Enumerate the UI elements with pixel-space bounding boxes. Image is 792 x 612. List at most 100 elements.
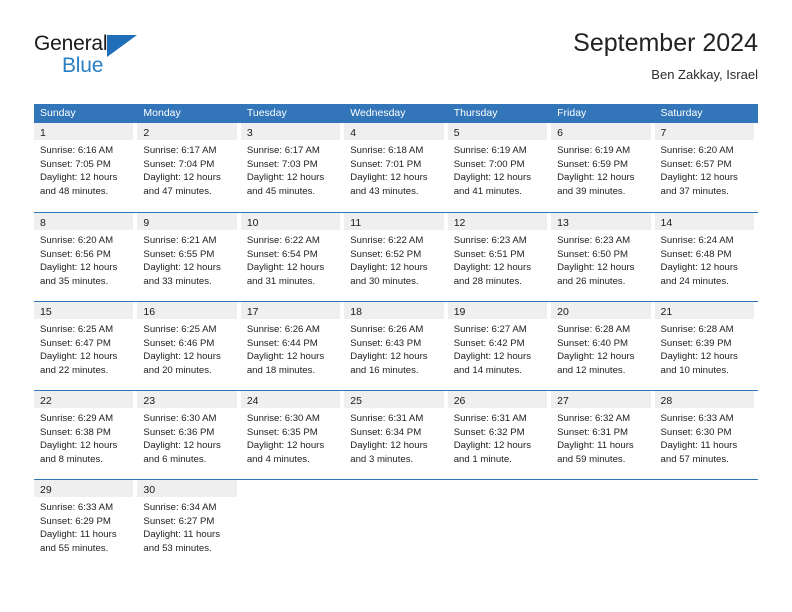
day-number-band: 21	[654, 302, 754, 319]
day-number-band: 28	[654, 391, 754, 408]
day-number: 13	[557, 217, 569, 229]
weekday-header-sunday: Sunday	[40, 107, 76, 119]
day-detail-line: Sunset: 6:32 PM	[453, 426, 525, 438]
day-detail-line: Sunrise: 6:23 AM	[453, 235, 527, 246]
day-number: 19	[453, 306, 466, 318]
calendar-day-cell[interactable]: 9 Sunrise: 6:21 AM Sunset: 6:55 PM Daylight…	[137, 213, 240, 301]
calendar-day-cell[interactable]: 22 Sunrise: 6:29 AM Sunset: 6:38 PM Dayligh…	[34, 391, 137, 479]
day-detail-line: Daylight: 11 hours	[143, 529, 221, 541]
calendar-day-cell[interactable]: 4 Sunrise: 6:18 AM Sunset: 7:01 PM Daylight…	[344, 123, 447, 212]
calendar-day-cell[interactable]: 28 Sunrise: 6:33 AM Sunset: 6:30 PM Dayligh…	[654, 391, 758, 479]
calendar-day-cell[interactable]: 18 Sunrise: 6:26 AM Sunset: 6:43 PM Dayligh…	[344, 302, 447, 390]
calendar-page: General Blue September 2024 Ben Zakkay, …	[0, 0, 792, 612]
calendar-day-cell[interactable]: 2 Sunrise: 6:17 AM Sunset: 7:04 PM Daylight…	[137, 123, 240, 212]
calendar-day-cell[interactable]: 24 Sunrise: 6:30 AM Sunset: 6:35 PM Dayligh…	[240, 391, 344, 479]
calendar-day-cell[interactable]: 3 Sunrise: 6:17 AM Sunset: 7:03 PM Daylight…	[240, 123, 344, 212]
day-detail-line: Sunrise: 6:32 AM	[557, 413, 631, 424]
day-number: 25	[350, 395, 362, 407]
day-detail-line: Sunrise: 6:22 AM	[350, 235, 424, 246]
day-number: 12	[453, 217, 466, 229]
day-number: 3	[246, 127, 253, 139]
calendar-day-cell[interactable]: 30 Sunrise: 6:34 AM Sunset: 6:27 PM Dayligh…	[137, 480, 240, 568]
calendar-day-cell[interactable]: 25 Sunrise: 6:31 AM Sunset: 6:34 PM Dayligh…	[344, 391, 447, 479]
day-detail-line: and 37 minutes.	[660, 185, 729, 197]
day-detail-line: Sunrise: 6:30 AM	[143, 413, 217, 424]
calendar-day-cell[interactable]: 5 Sunrise: 6:19 AM Sunset: 7:00 PM Daylight…	[447, 123, 551, 212]
calendar-day-cell[interactable]: 19 Sunrise: 6:27 AM Sunset: 6:42 PM Dayligh…	[447, 302, 551, 390]
day-details: Sunrise: 6:21 AM Sunset: 6:55 PM Daylight:…	[137, 230, 236, 288]
day-number-band: 17	[240, 302, 341, 319]
day-details: Sunrise: 6:19 AM Sunset: 6:59 PM Daylight:…	[551, 140, 650, 198]
day-detail-line: and 6 minutes.	[143, 453, 207, 465]
day-detail-line: Sunset: 6:34 PM	[350, 426, 422, 438]
calendar-day-cell[interactable]: 15 Sunrise: 6:25 AM Sunset: 6:47 PM Dayligh…	[34, 302, 137, 390]
day-detail-line: Daylight: 12 hours	[453, 440, 532, 452]
day-detail-line: Sunrise: 6:20 AM	[660, 145, 734, 156]
calendar-day-cell[interactable]: 21 Sunrise: 6:28 AM Sunset: 6:39 PM Dayligh…	[654, 302, 758, 390]
calendar-day-cell[interactable]: 7 Sunrise: 6:20 AM Sunset: 6:57 PM Daylight…	[654, 123, 758, 212]
day-number: 26	[453, 395, 466, 407]
calendar-day-cell[interactable]: 12 Sunrise: 6:23 AM Sunset: 6:51 PM Dayligh…	[447, 213, 551, 301]
day-detail-line: and 26 minutes.	[557, 275, 626, 287]
weekday-header-thursday: Thursday	[453, 107, 498, 119]
calendar-day-cell[interactable]: 10 Sunrise: 6:22 AM Sunset: 6:54 PM Dayligh…	[240, 213, 344, 301]
calendar-day-cell[interactable]: 26 Sunrise: 6:31 AM Sunset: 6:32 PM Dayligh…	[447, 391, 551, 479]
day-detail-line: Sunrise: 6:21 AM	[143, 235, 217, 246]
day-detail-line: Daylight: 12 hours	[143, 351, 221, 363]
calendar-cell-empty	[241, 480, 344, 568]
day-number: 8	[40, 217, 46, 229]
day-number-band: 5	[447, 123, 548, 140]
day-details: Sunrise: 6:28 AM Sunset: 6:39 PM Daylight:…	[655, 319, 754, 377]
calendar-day-cell[interactable]: 13 Sunrise: 6:23 AM Sunset: 6:50 PM Dayligh…	[551, 213, 654, 301]
general-blue-logo[interactable]: General Blue	[34, 32, 149, 84]
calendar-day-cell[interactable]: 20 Sunrise: 6:28 AM Sunset: 6:40 PM Dayligh…	[551, 302, 654, 390]
day-detail-line: Daylight: 12 hours	[660, 351, 738, 363]
day-detail-line: Sunset: 6:43 PM	[350, 337, 422, 349]
day-detail-line: Sunset: 7:03 PM	[246, 158, 318, 170]
weekday-header-monday: Monday	[143, 107, 181, 119]
calendar-day-cell[interactable]: 29 Sunrise: 6:33 AM Sunset: 6:29 PM Dayligh…	[34, 480, 137, 568]
calendar-day-cell[interactable]: 6 Sunrise: 6:19 AM Sunset: 6:59 PM Daylight…	[551, 123, 654, 212]
day-number: 23	[143, 395, 156, 407]
day-number-band: 22	[34, 391, 134, 408]
day-detail-line: Daylight: 11 hours	[40, 529, 117, 541]
weekday-header-tuesday: Tuesday	[246, 107, 287, 119]
day-detail-line: Sunrise: 6:26 AM	[350, 324, 424, 335]
calendar-day-cell[interactable]: 8 Sunrise: 6:20 AM Sunset: 6:56 PM Daylight…	[34, 213, 137, 301]
weekday-header-row: Sunday Monday Tuesday Wednesday Thursday Frid…	[34, 104, 758, 123]
day-details: Sunrise: 6:31 AM Sunset: 6:34 PM Daylight:…	[344, 408, 443, 466]
day-number: 17	[246, 306, 259, 318]
calendar-day-cell[interactable]: 16 Sunrise: 6:25 AM Sunset: 6:46 PM Dayligh…	[137, 302, 240, 390]
day-detail-line: Sunrise: 6:33 AM	[660, 413, 734, 424]
day-number-band: 13	[551, 213, 651, 230]
calendar-day-cell[interactable]: 14 Sunrise: 6:24 AM Sunset: 6:48 PM Dayligh…	[654, 213, 758, 301]
day-number-band: 4	[344, 123, 444, 140]
title-block: September 2024 Ben Zakkay, Israel	[573, 28, 758, 85]
day-detail-line: Daylight: 12 hours	[453, 262, 532, 274]
day-detail-line: Daylight: 12 hours	[557, 172, 635, 184]
day-number: 20	[557, 306, 569, 318]
day-details: Sunrise: 6:34 AM Sunset: 6:27 PM Daylight:…	[137, 497, 236, 555]
weekday-header-wednesday: Wednesday	[350, 107, 406, 119]
calendar-day-cell[interactable]: 23 Sunrise: 6:30 AM Sunset: 6:36 PM Dayligh…	[137, 391, 240, 479]
calendar-day-cell[interactable]: 1 Sunrise: 6:16 AM Sunset: 7:05 PM Daylight…	[34, 123, 137, 212]
day-number-band: 18	[344, 302, 444, 319]
day-detail-line: Daylight: 12 hours	[40, 440, 118, 452]
calendar-day-cell[interactable]: 17 Sunrise: 6:26 AM Sunset: 6:44 PM Dayligh…	[240, 302, 344, 390]
calendar-weeks: 1 Sunrise: 6:16 AM Sunset: 7:05 PM Daylight…	[34, 123, 758, 568]
day-details: Sunrise: 6:33 AM Sunset: 6:30 PM Daylight:…	[655, 408, 754, 466]
day-detail-line: Sunset: 6:29 PM	[40, 515, 111, 527]
day-number-band: 8	[34, 213, 134, 230]
calendar-day-cell[interactable]: 27 Sunrise: 6:32 AM Sunset: 6:31 PM Dayligh…	[551, 391, 654, 479]
day-detail-line: and 3 minutes.	[350, 453, 414, 465]
day-detail-line: Sunset: 7:00 PM	[453, 158, 525, 170]
day-detail-line: Daylight: 12 hours	[143, 172, 221, 184]
day-number: 29	[40, 484, 52, 496]
calendar-day-cell[interactable]: 11 Sunrise: 6:22 AM Sunset: 6:52 PM Dayligh…	[344, 213, 447, 301]
day-number-band: 14	[654, 213, 754, 230]
day-details: Sunrise: 6:23 AM Sunset: 6:50 PM Daylight:…	[551, 230, 650, 288]
day-detail-line: Sunset: 6:40 PM	[557, 337, 629, 349]
day-details: Sunrise: 6:25 AM Sunset: 6:46 PM Daylight:…	[137, 319, 236, 377]
day-detail-line: and 57 minutes.	[660, 453, 729, 465]
day-detail-line: Sunset: 7:05 PM	[40, 158, 111, 170]
